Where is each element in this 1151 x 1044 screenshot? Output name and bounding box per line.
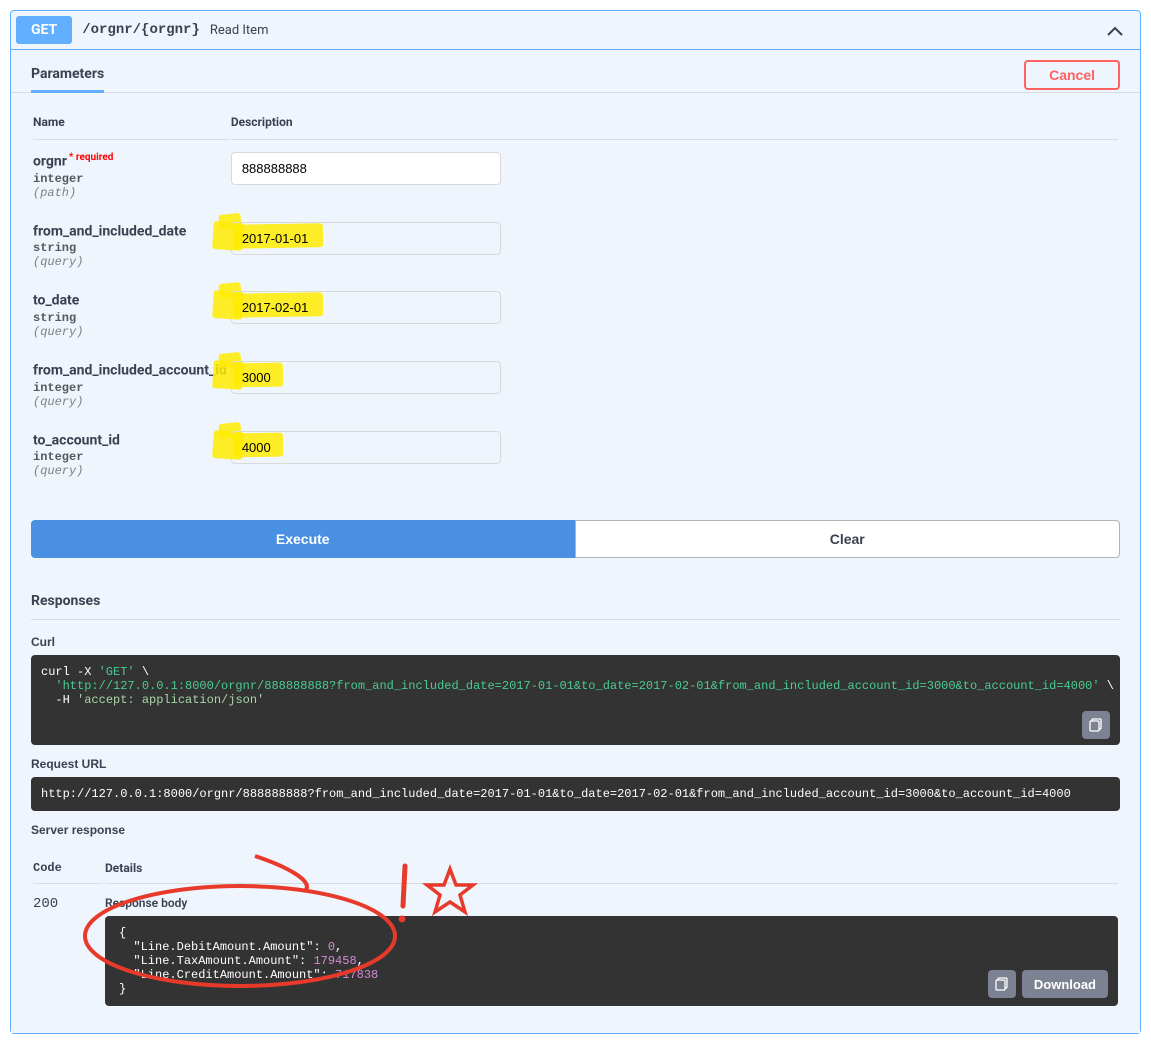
copy-icon[interactable] [1082,711,1110,739]
chevron-up-icon[interactable] [1095,20,1135,41]
response-body: { "Line.DebitAmount.Amount": 0, "Line.Ta… [105,916,1118,1006]
server-response-label: Server response [31,823,1120,843]
param-type: string [33,239,229,255]
column-description: Description [231,105,1118,140]
param-input-orgnr[interactable] [231,152,501,185]
details-column: Details [105,853,1118,884]
request-url: http://127.0.0.1:8000/orgnr/888888888?fr… [31,777,1120,811]
responses-heading: Responses [31,593,1120,620]
param-in: (query) [33,255,229,269]
curl-block: curl -X 'GET' \ 'http://127.0.0.1:8000/o… [31,655,1120,745]
request-url-label: Request URL [31,757,1120,777]
copy-icon[interactable] [988,970,1016,998]
clear-button[interactable]: Clear [575,520,1121,558]
param-in: (query) [33,464,229,478]
cancel-button[interactable]: Cancel [1024,60,1120,90]
endpoint-path: /orgnr/{orgnr} [72,22,210,38]
param-name: from_and_included_account_id [33,361,229,379]
parameters-tab[interactable]: Parameters [31,58,104,93]
endpoint-summary[interactable]: GET /orgnr/{orgnr} Read Item [11,11,1140,50]
endpoint-summary-text: Read Item [210,23,269,38]
param-type: integer [33,448,229,464]
param-name: to_account_id [33,431,229,449]
param-type: integer [33,170,229,186]
response-body-label: Response body [105,896,1118,916]
curl-label: Curl [31,635,1120,655]
param-name: to_date [33,291,229,309]
execute-button[interactable]: Execute [31,520,575,558]
param-in: (query) [33,325,229,339]
param-name: orgnr* required [33,152,229,170]
param-input-to_account_id[interactable] [231,431,501,464]
param-type: string [33,309,229,325]
param-in: (query) [33,395,229,409]
column-name: Name [33,105,229,140]
param-input-to_date[interactable] [231,291,501,324]
code-column: Code [33,853,103,884]
http-method-badge: GET [16,16,72,44]
download-button[interactable]: Download [1022,970,1108,998]
param-input-from_and_included_date[interactable] [231,222,501,255]
param-type: integer [33,379,229,395]
response-code: 200 [33,886,103,1016]
param-in: (path) [33,186,229,200]
param-input-from_and_included_account_id[interactable] [231,361,501,394]
param-name: from_and_included_date [33,222,229,240]
